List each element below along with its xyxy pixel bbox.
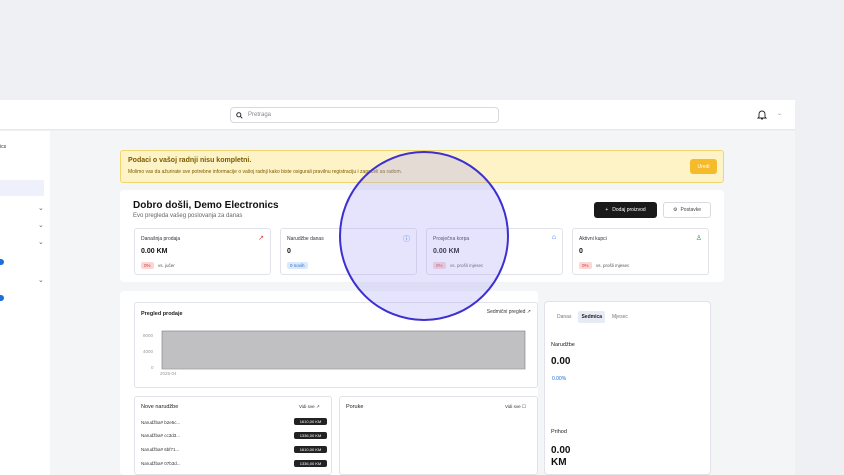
income-unit: KM (551, 457, 567, 468)
trend-up-icon: ↗ (258, 235, 264, 242)
sidebar-company-name: ics (0, 144, 7, 150)
order-row[interactable]: Narudžba# cc3d3... (141, 433, 180, 438)
plus-icon: + (605, 207, 609, 213)
new-orders-card: Nove narudžbe Vidi sve ↗ Narudžba# b2e5c… (134, 396, 332, 475)
alert-title: Podaci o vašoj radnji nisu kompletni. (128, 157, 252, 164)
x-tick-label: 2025-04 (160, 371, 177, 376)
stat-value: 0 (287, 248, 291, 255)
search-icon (236, 111, 243, 119)
period-tabs: Danas Sedmica Mjesec (554, 311, 631, 323)
top-background (0, 0, 844, 100)
order-row[interactable]: Narudžba# 6bf71... (141, 447, 179, 452)
orders-label: Narudžbe (551, 342, 575, 348)
stat-label: Današnja prodaja (141, 236, 181, 242)
chevron-down-icon[interactable]: ⌄ (777, 110, 782, 117)
view-all-messages-link[interactable]: Vidi sve ☐ (505, 404, 526, 410)
stat-card-active-customers: Aktivni kupci ♙ 0 0% vs. prošli mjesec (572, 228, 709, 275)
y-tick-label: 8000 (143, 333, 154, 338)
stat-badge: 0 novih (287, 262, 308, 269)
stat-compare: vs. jučer (158, 263, 175, 268)
sidebar: ics ⌄ ⌄ ⌄ ⌄ (0, 131, 50, 475)
sales-area (161, 330, 526, 370)
add-product-button[interactable]: + Dodaj proizvod (594, 202, 657, 218)
chevron-down-icon[interactable]: ⌄ (38, 204, 44, 212)
chevron-down-icon[interactable]: ⌄ (38, 238, 44, 246)
stat-label: Aktivni kupci (579, 236, 607, 242)
settings-label: Postavke (680, 207, 702, 213)
orders-value: 0.00 (551, 356, 571, 367)
settings-button[interactable]: ⚙ Postavke (663, 202, 711, 218)
order-amount: 1336,00 KM (294, 460, 327, 467)
sales-chart-card: Pregled prodaje Sedmični pregled ↗ 8000 … (134, 302, 538, 388)
search-input[interactable]: Pretraga (230, 107, 499, 123)
y-tick-label: 0 (151, 365, 154, 370)
alert-message: Molimo vas da ažurirate sve potrebne inf… (128, 169, 403, 175)
tab-month[interactable]: Mjesec (609, 311, 631, 323)
bag-icon: ⌂ (551, 234, 556, 241)
view-all-orders-link[interactable]: Vidi sve ↗ (299, 404, 320, 410)
stat-badge: 0% (579, 262, 592, 269)
y-tick-label: 4000 (143, 349, 154, 354)
user-icon: ♙ (695, 235, 702, 242)
income-value: 0.00 (551, 445, 571, 456)
tab-today[interactable]: Danas (554, 311, 574, 323)
order-amount: 1610,00 KM (294, 418, 327, 425)
order-amount: 1610,00 KM (294, 446, 327, 453)
edit-button[interactable]: Uredi (690, 159, 717, 174)
stat-value: 0 (579, 248, 583, 255)
add-product-label: Dodaj proizvod (612, 207, 646, 213)
order-row[interactable]: Narudžba# b2e5c... (141, 420, 180, 425)
messages-title: Poruke (346, 404, 364, 410)
order-amount: 1336,00 KM (294, 432, 327, 439)
tab-week[interactable]: Sedmica (578, 311, 606, 323)
view-all-label: Vidi sve (505, 404, 521, 409)
messages-card: Poruke Vidi sve ☐ (339, 396, 538, 475)
stat-compare: vs. prošli mjesec (596, 263, 630, 268)
orders-title: Nove narudžbe (141, 404, 179, 410)
chevron-down-icon[interactable]: ⌄ (38, 276, 44, 284)
orders-percent: 0.00% (552, 376, 567, 382)
search-placeholder: Pretraga (248, 112, 272, 118)
view-all-label: Vidi sve (299, 404, 315, 409)
highlight-circle (339, 151, 509, 321)
stat-card-sales-today: Današnja prodaja ↗ 0.00 KM 0% vs. jučer (134, 228, 271, 275)
sidebar-notification-dot (0, 295, 4, 301)
sidebar-notification-dot (0, 259, 4, 265)
stat-badge: 0% (141, 262, 154, 269)
sales-chart: 8000 4000 0 2025-04 (143, 330, 526, 376)
chevron-down-icon[interactable]: ⌄ (38, 221, 44, 229)
welcome-title: Dobro došli, Demo Electronics (133, 200, 279, 211)
sidebar-item-active[interactable] (0, 180, 44, 196)
period-summary-panel: Danas Sedmica Mjesec Narudžbe 0.00 0.00%… (544, 301, 711, 475)
order-row[interactable]: Narudžba# 07b3d... (141, 461, 181, 466)
bell-icon[interactable] (757, 109, 767, 120)
stat-label: Narudžbe danas (287, 236, 324, 242)
welcome-subtitle: Evo pregleda vašeg poslovanja za danas (133, 213, 243, 219)
gear-icon: ⚙ (672, 207, 678, 213)
income-label: Prihod (551, 429, 567, 435)
top-header: Pretraga (0, 100, 795, 130)
stat-value: 0.00 KM (141, 248, 168, 255)
